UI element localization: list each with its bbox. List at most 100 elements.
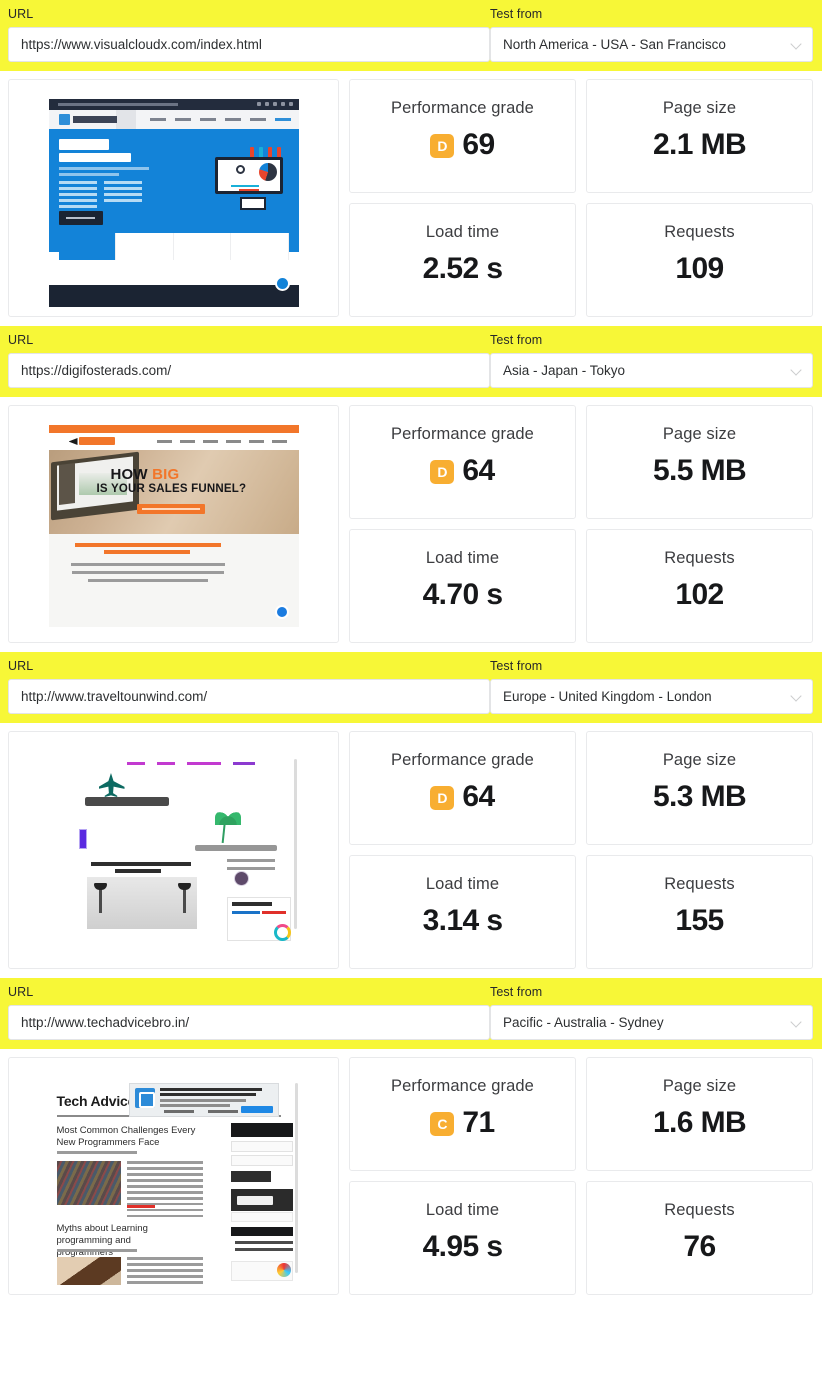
query-band-2: URL https://digifosterads.com/ Test from… <box>0 326 822 397</box>
grade-score: 69 <box>462 128 495 161</box>
grade-score: 64 <box>462 454 495 487</box>
metric-label: Load time <box>425 1201 500 1219</box>
mini-site-traveltounwind <box>49 745 299 959</box>
url-field-group-1: URL https://www.visualcloudx.com/index.h… <box>0 6 490 62</box>
grade-badge: D <box>430 134 455 158</box>
metric-requests-2: Requests 102 <box>586 529 813 643</box>
location-field-group-3: Test from Europe - United Kingdom - Lond… <box>490 658 822 714</box>
grade-badge: D <box>430 460 455 484</box>
metric-value: 155 <box>675 904 724 937</box>
url-label-1: URL <box>8 7 34 21</box>
location-field-group-1: Test from North America - USA - San Fran… <box>490 6 822 62</box>
metric-performance-grade-2: Performance grade D 64 <box>349 405 576 519</box>
metric-label: Page size <box>662 99 737 117</box>
location-select-4[interactable]: Pacific - Australia - Sydney <box>490 1005 813 1040</box>
thumbnail-card-3[interactable] <box>8 731 339 969</box>
query-band-1: URL https://www.visualcloudx.com/index.h… <box>0 0 822 71</box>
metric-value: 1.6 MB <box>652 1106 747 1139</box>
result-row-4: Tech Advice Most Common Challenges Every… <box>0 1049 822 1304</box>
test-from-label-1: Test from <box>490 7 543 21</box>
metric-label: Performance grade <box>391 425 534 443</box>
metric-label: Requests <box>664 549 735 567</box>
chevron-down-icon <box>791 1017 802 1028</box>
metric-label: Page size <box>662 1077 737 1095</box>
location-select-value-4: Pacific - Australia - Sydney <box>503 1015 664 1030</box>
metric-label: Load time <box>425 223 500 241</box>
metric-label: Performance grade <box>391 99 534 117</box>
mini-site-visualcloudx <box>48 93 299 307</box>
location-select-value-1: North America - USA - San Francisco <box>503 37 726 52</box>
metric-load-time-2: Load time 4.70 s <box>349 529 576 643</box>
url-field-group-3: URL http://www.traveltounwind.com/ <box>0 658 490 714</box>
metric-label: Requests <box>664 223 735 241</box>
metric-label: Requests <box>664 1201 735 1219</box>
result-row-3: Performance grade D 64 Page size 5.3 MB … <box>0 723 822 978</box>
metric-value: D 64 <box>430 453 495 489</box>
url-field-group-4: URL http://www.techadvicebro.in/ <box>0 984 490 1040</box>
metric-page-size-2: Page size 5.5 MB <box>586 405 813 519</box>
grade-score: 64 <box>462 780 495 813</box>
chevron-down-icon <box>791 39 802 50</box>
location-select-3[interactable]: Europe - United Kingdom - London <box>490 679 813 714</box>
metric-label: Performance grade <box>391 1077 534 1095</box>
test-from-label-4: Test from <box>490 985 543 999</box>
url-field-group-2: URL https://digifosterads.com/ <box>0 332 490 388</box>
metrics-grid-3: Performance grade D 64 Page size 5.3 MB … <box>349 731 813 969</box>
mini-site-techadvicebro: Tech Advice Most Common Challenges Every… <box>49 1071 299 1285</box>
metric-value: D 64 <box>430 779 495 815</box>
metric-requests-4: Requests 76 <box>586 1181 813 1295</box>
metric-requests-1: Requests 109 <box>586 203 813 317</box>
metric-label: Requests <box>664 875 735 893</box>
metric-label: Page size <box>662 425 737 443</box>
metric-value: D 69 <box>430 127 495 163</box>
thumbnail-card-2[interactable]: HOW BIG IS YOUR SALES FUNNEL? <box>8 405 339 643</box>
metric-value: 3.14 s <box>422 904 503 937</box>
location-select-2[interactable]: Asia - Japan - Tokyo <box>490 353 813 388</box>
metric-value: 4.95 s <box>422 1230 503 1263</box>
metric-page-size-4: Page size 1.6 MB <box>586 1057 813 1171</box>
mini-site-digifoster: HOW BIG IS YOUR SALES FUNNEL? <box>48 419 299 633</box>
url-input-2[interactable]: https://digifosterads.com/ <box>8 353 490 388</box>
metrics-grid-1: Performance grade D 69 Page size 2.1 MB … <box>349 79 813 317</box>
test-from-label-2: Test from <box>490 333 543 347</box>
url-input-4[interactable]: http://www.techadvicebro.in/ <box>8 1005 490 1040</box>
metric-value: 2.1 MB <box>652 128 747 161</box>
metric-value: 109 <box>675 252 724 285</box>
location-select-value-2: Asia - Japan - Tokyo <box>503 363 626 378</box>
location-select-value-3: Europe - United Kingdom - London <box>503 689 712 704</box>
metric-value: 5.5 MB <box>652 454 747 487</box>
metric-value: 76 <box>683 1230 716 1263</box>
location-select-1[interactable]: North America - USA - San Francisco <box>490 27 813 62</box>
url-label-2: URL <box>8 333 34 347</box>
metric-value: 102 <box>675 578 724 611</box>
metrics-grid-2: Performance grade D 64 Page size 5.5 MB … <box>349 405 813 643</box>
location-field-group-4: Test from Pacific - Australia - Sydney <box>490 984 822 1040</box>
thumbnail-card-1[interactable] <box>8 79 339 317</box>
site-thumbnail-4: Tech Advice Most Common Challenges Every… <box>48 1071 299 1285</box>
metric-page-size-1: Page size 2.1 MB <box>586 79 813 193</box>
url-label-3: URL <box>8 659 34 673</box>
metric-performance-grade-3: Performance grade D 64 <box>349 731 576 845</box>
metric-value: 5.3 MB <box>652 780 747 813</box>
url-input-1[interactable]: https://www.visualcloudx.com/index.html <box>8 27 490 62</box>
site-thumbnail-2: HOW BIG IS YOUR SALES FUNNEL? <box>48 419 299 633</box>
url-label-4: URL <box>8 985 34 999</box>
site-thumbnail-3 <box>48 745 299 959</box>
query-band-4: URL http://www.techadvicebro.in/ Test fr… <box>0 978 822 1049</box>
chevron-down-icon <box>791 691 802 702</box>
result-row-1: Performance grade D 69 Page size 2.1 MB … <box>0 71 822 326</box>
metric-label: Page size <box>662 751 737 769</box>
result-row-2: HOW BIG IS YOUR SALES FUNNEL? Performanc… <box>0 397 822 652</box>
metric-load-time-4: Load time 4.95 s <box>349 1181 576 1295</box>
site-thumbnail-1 <box>48 93 299 307</box>
thumbnail-card-4[interactable]: Tech Advice Most Common Challenges Every… <box>8 1057 339 1295</box>
metric-requests-3: Requests 155 <box>586 855 813 969</box>
chevron-down-icon <box>791 365 802 376</box>
metric-value: C 71 <box>430 1105 495 1141</box>
metric-performance-grade-1: Performance grade D 69 <box>349 79 576 193</box>
url-input-3[interactable]: http://www.traveltounwind.com/ <box>8 679 490 714</box>
metric-value: 4.70 s <box>422 578 503 611</box>
metric-load-time-3: Load time 3.14 s <box>349 855 576 969</box>
grade-score: 71 <box>462 1106 495 1139</box>
query-band-3: URL http://www.traveltounwind.com/ Test … <box>0 652 822 723</box>
